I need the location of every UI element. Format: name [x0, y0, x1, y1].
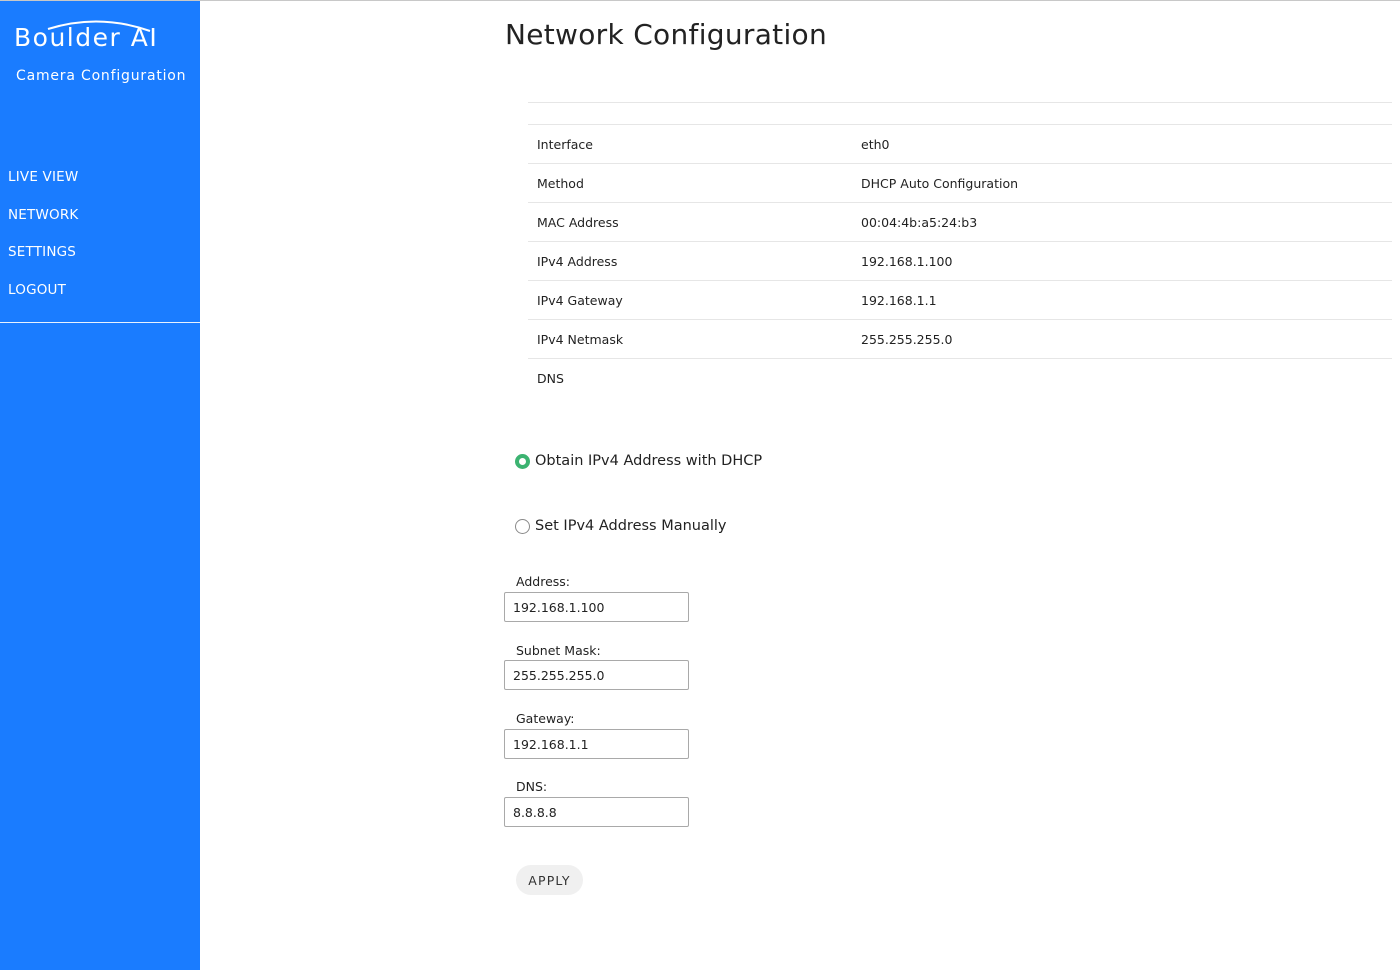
- radio-label-dhcp: Obtain IPv4 Address with DHCP: [535, 453, 763, 469]
- logo-arc-icon: [47, 20, 151, 32]
- info-key: MAC Address: [528, 202, 852, 242]
- info-value: [852, 358, 1392, 397]
- info-key: Interface: [528, 124, 852, 164]
- table-row: Interface eth0: [528, 124, 1392, 164]
- nav-divider: [0, 322, 200, 323]
- table-header-row: [528, 102, 1392, 125]
- info-value: 00:04:4b:a5:24:b3: [852, 202, 1392, 242]
- radio-option-dhcp[interactable]: Obtain IPv4 Address with DHCP: [515, 451, 762, 471]
- nav-item-live-view[interactable]: LIVE VIEW: [0, 166, 200, 204]
- info-key: DNS: [528, 358, 852, 397]
- table-row: IPv4 Address 192.168.1.100: [528, 241, 1392, 281]
- info-key: IPv4 Gateway: [528, 280, 852, 320]
- subnet-mask-input[interactable]: [504, 660, 689, 690]
- table-row: DNS: [528, 358, 1392, 397]
- nav-item-network[interactable]: NETWORK: [0, 204, 200, 242]
- nav-item-logout[interactable]: LOGOUT: [0, 279, 200, 317]
- radio-unselected-icon[interactable]: [515, 518, 530, 534]
- info-value: 255.255.255.0: [852, 319, 1392, 359]
- sidebar: Boulder AI Camera Configuration LIVE VIE…: [0, 1, 200, 970]
- dns-input[interactable]: [504, 797, 689, 827]
- brand-logo[interactable]: Boulder AI: [14, 19, 184, 63]
- radio-label-manual: Set IPv4 Address Manually: [535, 518, 727, 534]
- page-title: Network Configuration: [505, 18, 827, 51]
- nav-item-settings[interactable]: SETTINGS: [0, 241, 200, 279]
- info-value: DHCP Auto Configuration: [852, 163, 1392, 203]
- info-value: 192.168.1.1: [852, 280, 1392, 320]
- sidebar-nav: LIVE VIEW NETWORK SETTINGS LOGOUT: [0, 166, 200, 316]
- table-row: IPv4 Gateway 192.168.1.1: [528, 280, 1392, 320]
- radio-selected-icon[interactable]: [515, 453, 530, 469]
- subnet-mask-label: Subnet Mask:: [516, 643, 601, 658]
- table-row: IPv4 Netmask 255.255.255.0: [528, 319, 1392, 359]
- radio-option-manual[interactable]: Set IPv4 Address Manually: [515, 516, 727, 536]
- table-row: MAC Address 00:04:4b:a5:24:b3: [528, 202, 1392, 242]
- top-border: [0, 0, 1400, 1]
- address-input[interactable]: [504, 592, 689, 622]
- info-value: eth0: [852, 124, 1392, 164]
- info-key: IPv4 Address: [528, 241, 852, 281]
- apply-button[interactable]: APPLY: [516, 865, 583, 895]
- address-label: Address:: [516, 574, 570, 589]
- table-row: Method DHCP Auto Configuration: [528, 163, 1392, 203]
- app-subtitle: Camera Configuration: [16, 68, 187, 84]
- info-key: Method: [528, 163, 852, 203]
- info-key: IPv4 Netmask: [528, 319, 852, 359]
- gateway-input[interactable]: [504, 729, 689, 759]
- info-value: 192.168.1.100: [852, 241, 1392, 281]
- gateway-label: Gateway:: [516, 711, 575, 726]
- network-info-table: Interface eth0 Method DHCP Auto Configur…: [528, 102, 1392, 397]
- dns-label: DNS:: [516, 779, 548, 794]
